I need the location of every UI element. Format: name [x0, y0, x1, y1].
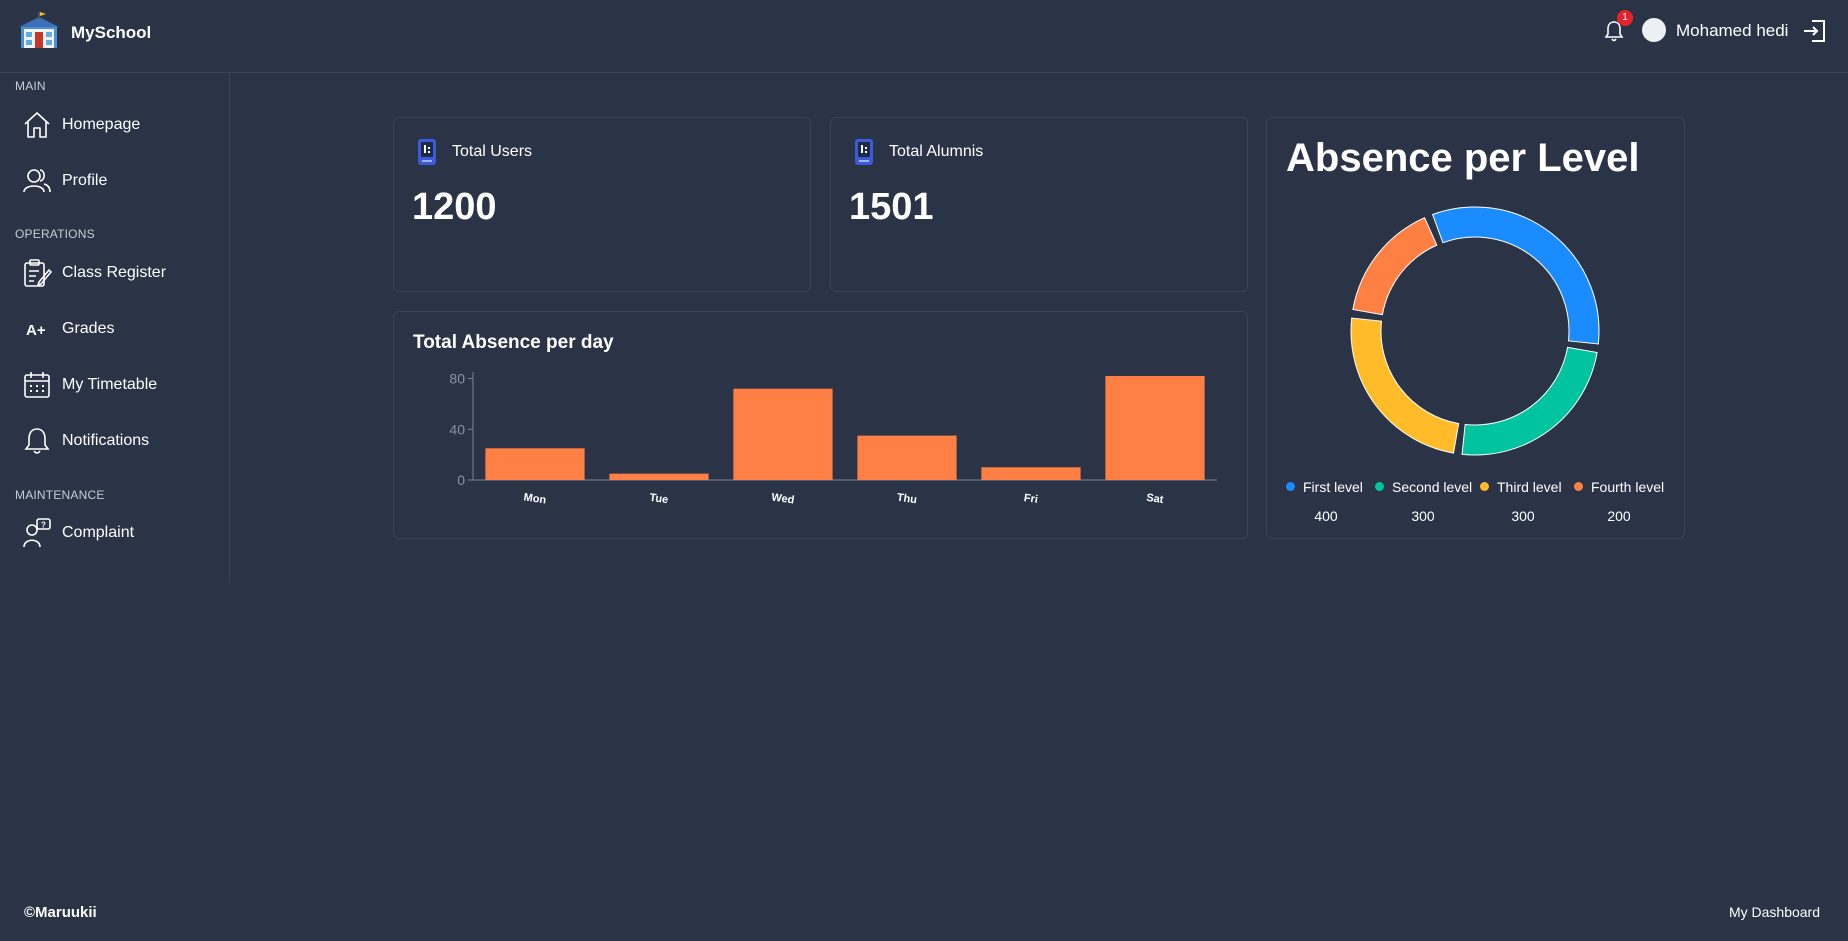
y-tick-label: 80 — [449, 371, 465, 387]
legend-item-first-level: First level — [1286, 479, 1363, 495]
sidebar-item-complaint[interactable]: ? Complaint — [20, 514, 220, 554]
users-icon — [23, 169, 51, 193]
bar-chart-card: Total Absence per day 0 40 80 Mon Tue Wed Thu F… — [393, 311, 1248, 539]
slice-third-level[interactable] — [1350, 317, 1460, 454]
bar-mon[interactable] — [485, 448, 585, 480]
x-tick-label: Sat — [1146, 492, 1165, 506]
sidebar-item-label: My Timetable — [62, 376, 158, 393]
logout-icon[interactable] — [1802, 18, 1828, 44]
legend-value: 200 — [1607, 508, 1631, 524]
sidebar-item-label: Notifications — [62, 432, 150, 449]
section-label-main: MAIN — [15, 79, 46, 93]
y-tick-label: 0 — [457, 472, 465, 488]
sidebar-item-label: Profile — [62, 172, 108, 189]
legend-value: 400 — [1314, 508, 1338, 524]
slice-first-level[interactable] — [1431, 206, 1600, 345]
legend-item-third-level: Third level — [1480, 479, 1562, 495]
a-plus-icon: A+ — [26, 322, 46, 339]
sidebar-item-homepage[interactable]: Homepage — [20, 106, 220, 146]
top-header: MySchool 1 Mohamed hedi — [0, 0, 1848, 73]
sidebar-item-grades[interactable]: A+ Grades — [20, 310, 220, 350]
legend-dot — [1286, 482, 1295, 491]
sidebar-item-label: Complaint — [62, 524, 135, 541]
clipboard-edit-icon — [24, 259, 52, 287]
stat-title: Total Users — [452, 143, 533, 160]
x-tick-label: Fri — [1023, 492, 1039, 506]
legend-label: Fourth level — [1591, 479, 1665, 495]
legend-value: 300 — [1511, 508, 1535, 524]
donut-chart — [1350, 206, 1600, 456]
svg-text:?: ? — [41, 521, 46, 530]
calendar-icon — [24, 372, 50, 398]
sidebar: MAIN Homepage Profile OPERATIONS Class R… — [0, 73, 230, 583]
x-tick-label: Wed — [771, 491, 795, 506]
school-logo-icon — [19, 12, 59, 48]
legend-label: First level — [1303, 479, 1363, 495]
home-icon — [24, 112, 50, 138]
stat-value: 1501 — [849, 186, 934, 228]
legend-item-second-level: Second level — [1375, 479, 1472, 495]
stat-card-total-alumnis: Total Alumnis 1501 — [830, 117, 1248, 292]
legend-label: Second level — [1392, 479, 1473, 495]
legend-value: 300 — [1411, 508, 1435, 524]
bar-fri[interactable] — [981, 467, 1081, 480]
legend-item-fourth-level: Fourth level — [1574, 479, 1664, 495]
footer-copyright: ©Maruukii — [24, 904, 97, 921]
avatar[interactable] — [1642, 18, 1666, 42]
bar-sat[interactable] — [1105, 376, 1205, 480]
sidebar-item-my-timetable[interactable]: My Timetable — [20, 366, 220, 406]
bar-chart: 0 40 80 Mon Tue Wed Thu Fri Sat — [449, 371, 1217, 507]
stat-card-total-users: Total Users 1200 — [393, 117, 811, 292]
bar-thu[interactable] — [857, 435, 957, 480]
x-tick-label: Mon — [523, 491, 547, 506]
sidebar-item-class-register[interactable]: Class Register — [20, 254, 220, 294]
sidebar-item-notifications[interactable]: Notifications — [20, 422, 220, 462]
sidebar-item-label: Grades — [62, 320, 115, 337]
mobile-icon — [418, 139, 436, 165]
legend-dot — [1574, 482, 1583, 491]
y-tick-label: 40 — [449, 421, 465, 437]
stat-title: Total Alumnis — [889, 143, 984, 160]
footer-dashboard-link[interactable]: My Dashboard — [1729, 904, 1820, 920]
brand-name: MySchool — [71, 23, 152, 42]
legend-dot — [1480, 482, 1489, 491]
bar-wed[interactable] — [733, 388, 833, 480]
notification-badge: 1 — [1617, 10, 1633, 26]
legend-label: Third level — [1497, 479, 1562, 495]
x-tick-label: Tue — [649, 492, 669, 506]
complaint-icon: ? — [23, 518, 51, 548]
svg-text:A+: A+ — [26, 322, 46, 339]
bell-icon — [24, 428, 50, 454]
stat-value: 1200 — [412, 186, 497, 228]
sidebar-item-label: Homepage — [62, 116, 141, 133]
section-label-operations: OPERATIONS — [15, 227, 95, 241]
section-label-maintenance: MAINTENANCE — [15, 488, 105, 502]
donut-chart-card: Absence per Level First level Second lev… — [1266, 117, 1685, 539]
x-tick-label: Thu — [896, 492, 918, 507]
sidebar-item-label: Class Register — [62, 264, 167, 281]
slice-fourth-level[interactable] — [1352, 217, 1438, 316]
legend-dot — [1375, 482, 1384, 491]
sidebar-item-profile[interactable]: Profile — [20, 162, 220, 202]
user-name[interactable]: Mohamed hedi — [1676, 21, 1788, 41]
bar-tue[interactable] — [609, 473, 709, 480]
slice-second-level[interactable] — [1461, 346, 1598, 456]
mobile-icon — [855, 139, 873, 165]
